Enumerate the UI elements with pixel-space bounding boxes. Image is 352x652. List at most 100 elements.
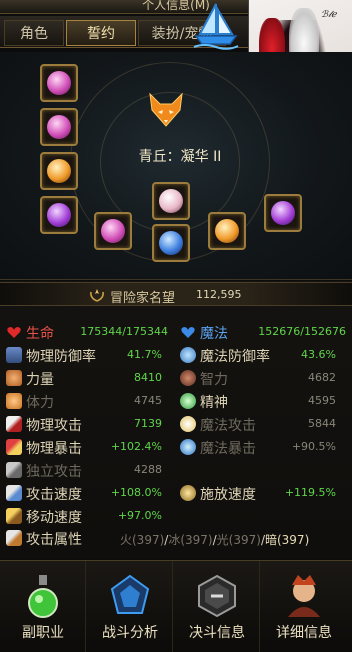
gem-icon bbox=[215, 219, 239, 243]
element-dark: 暗(397) bbox=[264, 533, 310, 547]
stat-value: +102.4% bbox=[110, 440, 162, 453]
stat-value: 43.6% bbox=[301, 348, 336, 361]
button-label: 副职业 bbox=[22, 625, 64, 641]
element-values: 火(397)/冰(397)/光(397)/暗(397) bbox=[120, 533, 310, 547]
sword-icon bbox=[6, 416, 22, 432]
stat-label: 攻击速度 bbox=[26, 487, 82, 503]
stat-label: 智力 bbox=[200, 372, 228, 388]
stat-phys-def: 物理防御率 41.7% bbox=[6, 345, 162, 365]
stat-label: 物理防御率 bbox=[26, 349, 96, 365]
stat-value: +97.0% bbox=[117, 509, 162, 522]
stat-label: 独立攻击 bbox=[26, 464, 82, 480]
stat-label: 攻击属性 bbox=[26, 532, 82, 548]
pact-slot[interactable] bbox=[94, 212, 132, 250]
pact-slot[interactable] bbox=[40, 64, 78, 102]
button-label: 决斗信息 bbox=[189, 625, 245, 641]
stat-label: 移动速度 bbox=[26, 510, 82, 526]
fox-mask-icon bbox=[159, 189, 183, 213]
shield-icon bbox=[6, 347, 22, 363]
stat-value: 7139 bbox=[134, 417, 162, 430]
detail-info-button[interactable]: 详细信息 bbox=[261, 561, 347, 652]
pact-slot[interactable] bbox=[264, 194, 302, 232]
eye-icon bbox=[180, 393, 196, 409]
stat-value: 4682 bbox=[308, 371, 336, 384]
button-label: 详细信息 bbox=[276, 625, 332, 641]
stat-value: 175344/175344 bbox=[80, 325, 168, 338]
stat-value: 4288 bbox=[134, 463, 162, 476]
element-light: 光(397) bbox=[216, 533, 261, 547]
battle-analysis-button[interactable]: 战斗分析 bbox=[87, 561, 173, 652]
pact-slot[interactable] bbox=[152, 224, 190, 262]
element-fire: 火(397) bbox=[120, 533, 165, 547]
boot-icon bbox=[6, 508, 22, 524]
pact-slot[interactable] bbox=[40, 152, 78, 190]
button-label: 战斗分析 bbox=[102, 625, 158, 641]
stat-label: 生命 bbox=[26, 326, 54, 342]
stat-value: +119.5% bbox=[284, 486, 336, 499]
pact-slot[interactable] bbox=[40, 196, 78, 234]
battle-analysis-icon bbox=[110, 574, 150, 614]
stat-label: 体力 bbox=[26, 395, 54, 411]
stat-label: 魔法暴击 bbox=[200, 441, 256, 457]
spark-icon bbox=[6, 462, 22, 478]
fame-label: 冒险家名望 bbox=[110, 291, 176, 306]
brain-icon bbox=[180, 370, 196, 386]
speed-sword-icon bbox=[6, 485, 22, 501]
stat-label: 魔法 bbox=[200, 326, 228, 342]
stat-spr: 精神 4595 bbox=[180, 391, 336, 411]
stat-indep-atk: 独立攻击 4288 bbox=[6, 460, 162, 480]
stat-int: 智力 4682 bbox=[180, 368, 336, 388]
stat-value: 5844 bbox=[308, 417, 336, 430]
bottom-button-bar: 副职业 战斗分析 决斗信息 详细信息 bbox=[0, 560, 352, 652]
gem-icon bbox=[159, 231, 183, 255]
stat-value: 41.7% bbox=[127, 348, 162, 361]
stat-label: 精神 bbox=[200, 395, 228, 411]
stat-label: 力量 bbox=[26, 372, 54, 388]
stat-value: 8410 bbox=[134, 371, 162, 384]
stat-cast-speed: 施放速度 +119.5% bbox=[180, 483, 336, 503]
fame-bar: 冒险家名望 112,595 bbox=[0, 282, 352, 306]
tab-character[interactable]: 角色 bbox=[4, 20, 64, 46]
stat-label: 物理暴击 bbox=[26, 441, 82, 457]
portrait-signature: ℬ𝓁ℯ bbox=[321, 10, 337, 20]
sub-profession-button[interactable]: 副职业 bbox=[0, 561, 86, 652]
fame-value: 112,595 bbox=[196, 288, 242, 301]
duel-info-button[interactable]: 决斗信息 bbox=[174, 561, 260, 652]
stat-mag-crit: 魔法暴击 +90.5% bbox=[180, 437, 336, 457]
star-burst-icon bbox=[180, 416, 196, 432]
magic-shield-icon bbox=[180, 347, 196, 363]
stat-mag-atk: 魔法攻击 5844 bbox=[180, 414, 336, 434]
gem-icon bbox=[101, 219, 125, 243]
pact-slot[interactable] bbox=[40, 108, 78, 146]
gem-icon bbox=[47, 159, 71, 183]
duel-hexagon-icon bbox=[198, 574, 236, 618]
stat-label: 物理攻击 bbox=[26, 418, 82, 434]
magic-burst-icon bbox=[180, 439, 196, 455]
stat-value: +90.5% bbox=[291, 440, 336, 453]
element-label-group: 攻击属性 bbox=[6, 528, 116, 548]
gem-icon bbox=[271, 201, 295, 225]
stat-label: 魔法防御率 bbox=[200, 349, 270, 365]
mana-heart-icon bbox=[181, 327, 195, 338]
gem-icon bbox=[47, 115, 71, 139]
stat-vit: 体力 4745 bbox=[6, 391, 162, 411]
tab-pact[interactable]: 誓约 bbox=[66, 20, 136, 46]
stat-value: 152676/152676 bbox=[258, 325, 346, 338]
gem-icon bbox=[47, 203, 71, 227]
heart-icon bbox=[7, 327, 21, 338]
stat-atk-speed: 攻击速度 +108.0% bbox=[6, 483, 162, 503]
stat-phys-atk: 物理攻击 7139 bbox=[6, 414, 162, 434]
stat-str: 力量 8410 bbox=[6, 368, 162, 388]
stat-value: +108.0% bbox=[110, 486, 162, 499]
pact-slot[interactable] bbox=[208, 212, 246, 250]
cast-hand-icon bbox=[180, 485, 196, 501]
stat-value: 4745 bbox=[134, 394, 162, 407]
element-icon bbox=[6, 530, 22, 546]
stat-move-speed: 移动速度 +97.0% bbox=[6, 506, 162, 526]
stat-value: 4595 bbox=[308, 394, 336, 407]
laurel-icon bbox=[90, 289, 104, 302]
muscle-arm-icon bbox=[6, 370, 22, 386]
stat-label: 施放速度 bbox=[200, 487, 256, 503]
pact-slot[interactable] bbox=[152, 182, 190, 220]
sailboat-icon[interactable] bbox=[190, 0, 242, 52]
